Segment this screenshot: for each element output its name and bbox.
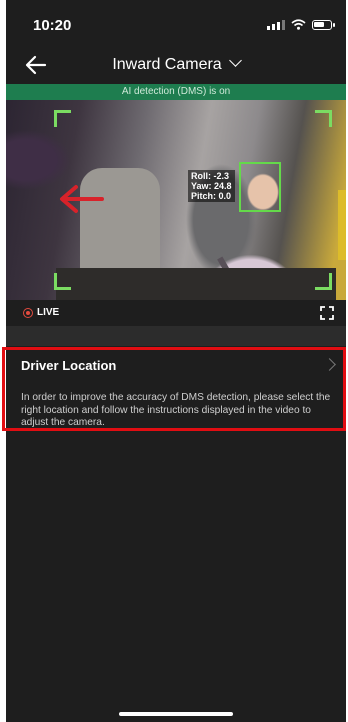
roll-value: Roll: -2.3 [191,171,230,181]
wifi-icon [291,19,306,30]
record-icon [23,307,33,318]
fullscreen-icon[interactable] [320,306,334,320]
battery-icon [312,20,335,30]
direction-arrow-icon [60,185,104,213]
window-frame [338,190,346,260]
driver-location-description: In order to improve the accuracy of DMS … [21,392,331,428]
frame-corner [315,110,332,127]
live-video-feed: Roll: -2.3 Yaw: 24.8 Pitch: 0.0 [6,100,346,300]
camera-selector[interactable]: Inward Camera [6,54,346,74]
live-label: LIVE [37,307,60,318]
app-screen: 10:20 Inward Camera AI detection (DMS) i… [6,0,346,722]
home-indicator[interactable] [119,712,233,716]
video-controls: LIVE [6,300,346,326]
live-indicator: LIVE [23,307,59,318]
driver-location-title: Driver Location [21,358,117,373]
frame-corner [54,110,71,127]
page-title: Inward Camera [112,56,222,73]
status-time: 10:20 [33,17,72,34]
status-bar: 10:20 [6,0,346,50]
signal-icon [267,20,285,30]
driver-location-card[interactable]: Driver Location In order to improve the … [6,346,346,452]
status-icons [267,19,335,30]
face-detection-box [239,162,281,212]
pitch-value: Pitch: 0.0 [191,191,232,201]
frame-corner [315,273,332,290]
head-pose-readout: Roll: -2.3 Yaw: 24.8 Pitch: 0.0 [188,170,235,202]
frame-corner [54,273,71,290]
top-nav: Inward Camera [6,50,346,84]
chevron-down-icon [228,54,242,67]
yaw-value: Yaw: 24.8 [191,181,232,191]
ai-detection-banner: AI detection (DMS) is on [6,84,346,100]
section-divider [6,326,346,346]
